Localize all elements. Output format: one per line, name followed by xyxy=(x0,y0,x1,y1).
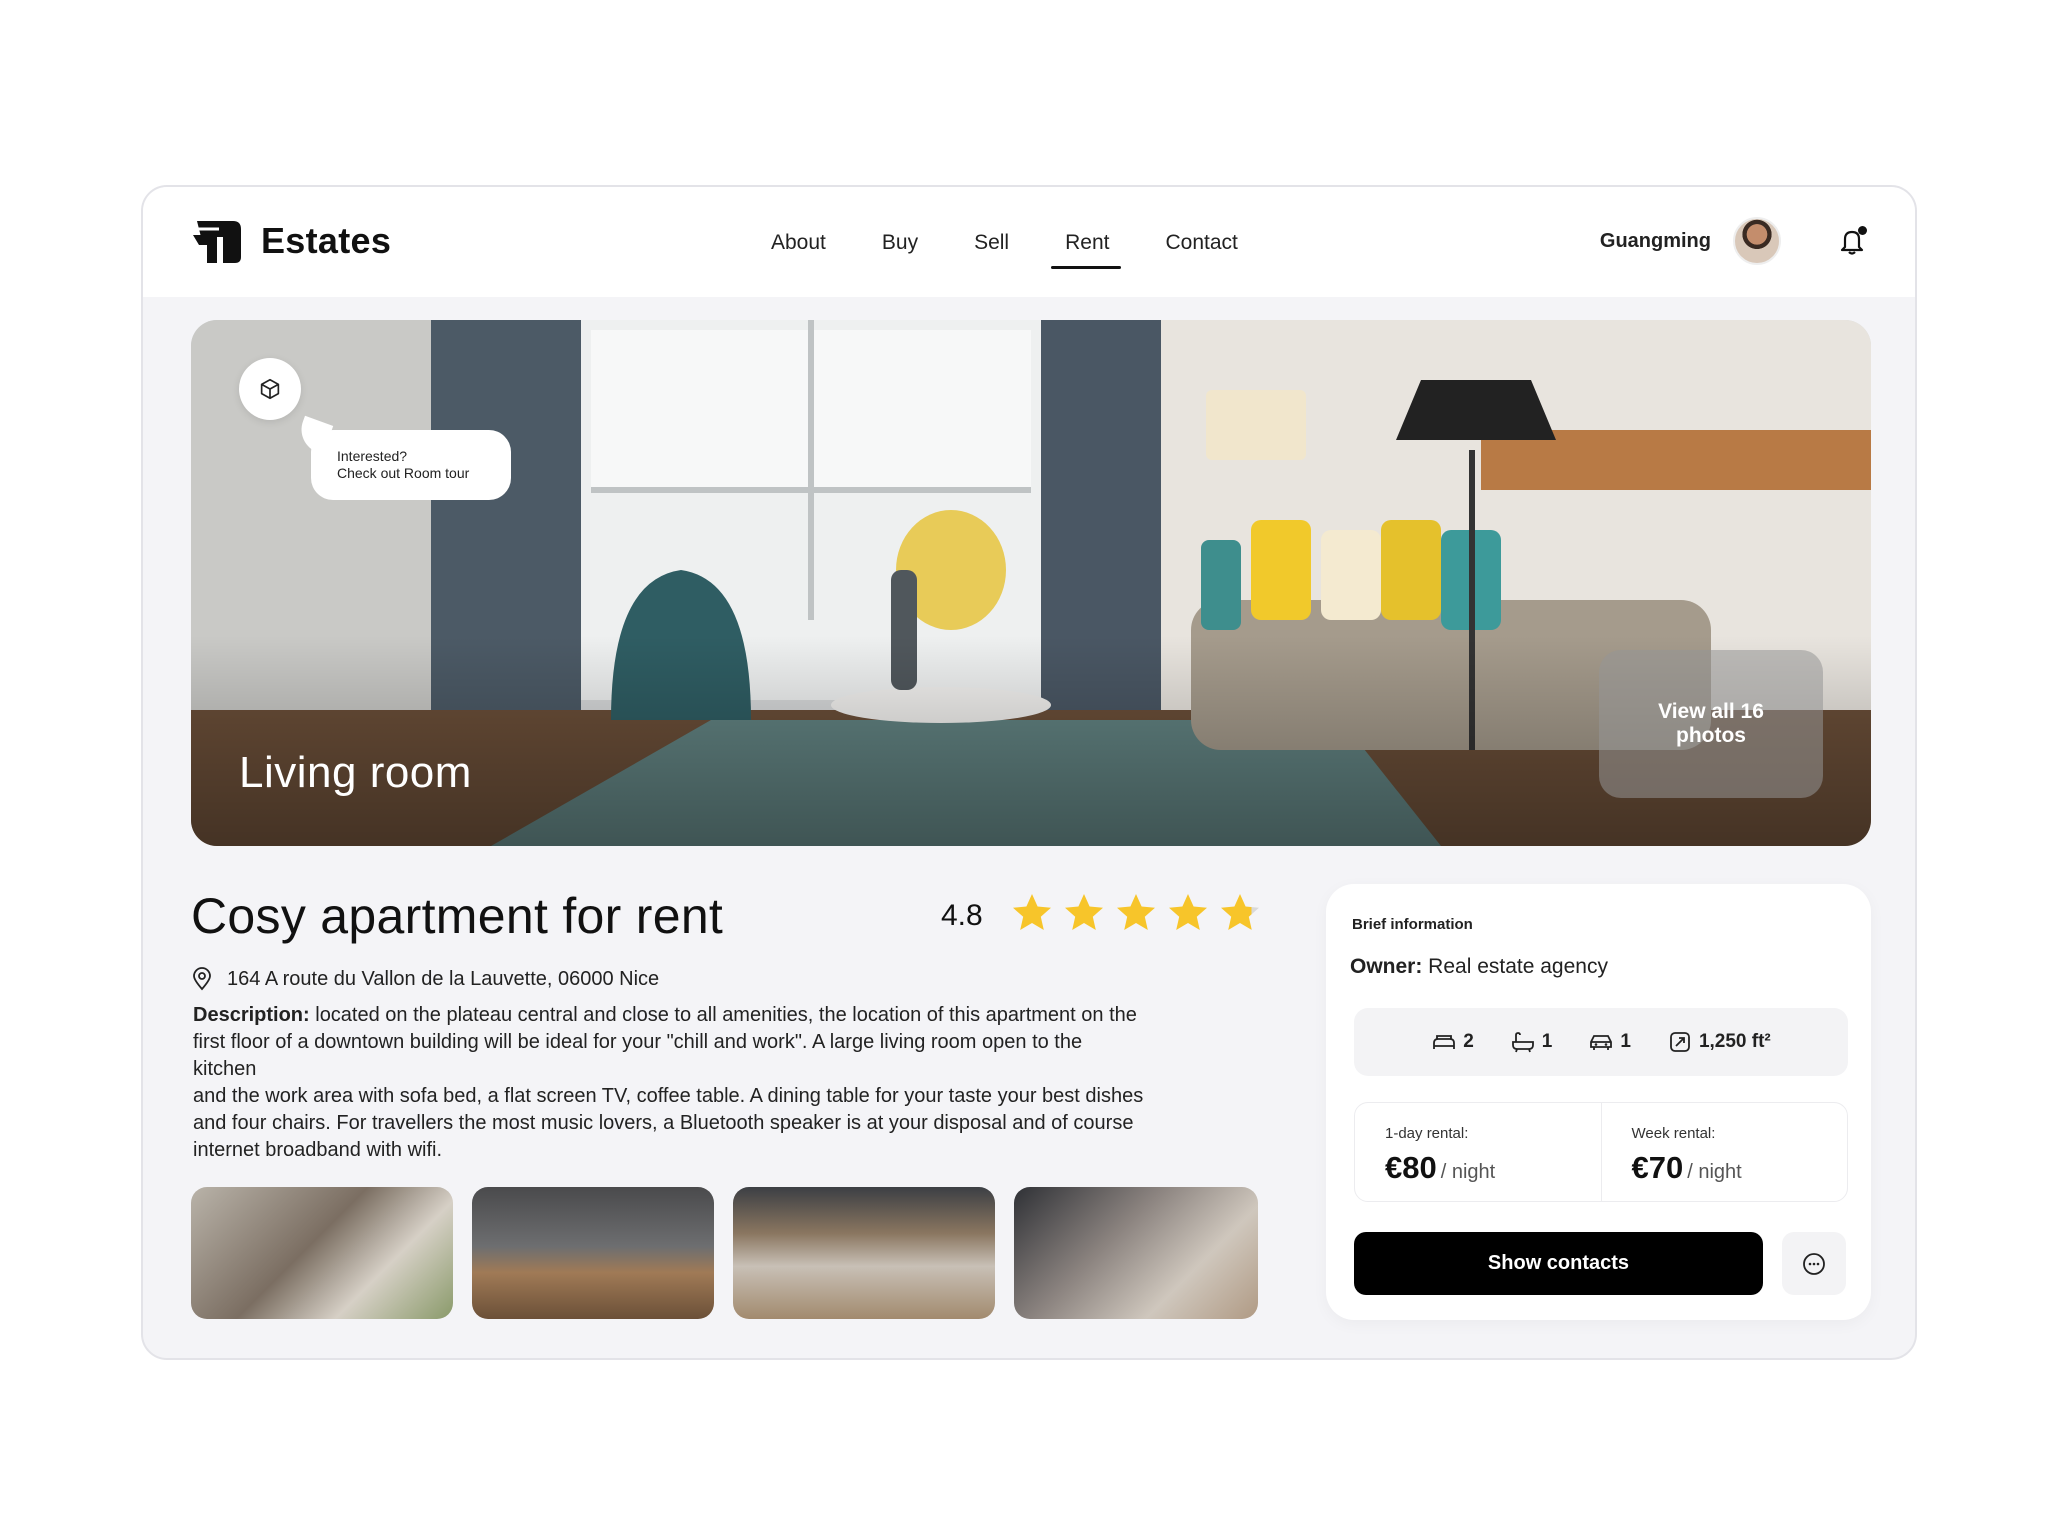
week-rental-label: Week rental: xyxy=(1631,1125,1716,1142)
photo-thumbnails xyxy=(191,1187,1277,1319)
description-line: and four chairs. For travellers the most… xyxy=(193,1112,1134,1134)
bathtub-icon xyxy=(1511,1032,1534,1053)
feature-area: 1,250 ft² xyxy=(1667,1031,1771,1053)
description-line: first floor of a downtown building will … xyxy=(193,1031,1083,1053)
view-all-line-2: photos xyxy=(1676,724,1746,747)
address-text: 164 A route du Vallon de la Lauvette, 06… xyxy=(227,967,660,990)
week-rental: Week rental: €70/ night xyxy=(1600,1103,1848,1201)
location-pin-icon xyxy=(193,967,211,991)
description-label: Description: xyxy=(193,1004,310,1026)
photo-caption: Living room xyxy=(239,748,472,797)
notification-bell[interactable] xyxy=(1837,226,1867,256)
star-icon xyxy=(1169,894,1207,930)
room-tour-button[interactable] xyxy=(239,358,301,420)
user-area: Guangming xyxy=(1600,217,1867,265)
hero-photo[interactable]: Interested? Check out Room tour Living r… xyxy=(191,320,1871,846)
listing-title: Cosy apartment for rent xyxy=(191,888,724,944)
main-nav: About Buy Sell Rent Contact xyxy=(771,231,1294,269)
area-value: 1,250 ft² xyxy=(1698,1031,1771,1052)
chat-icon xyxy=(1803,1252,1825,1275)
area-icon xyxy=(1670,1032,1690,1052)
description-line: kitchen xyxy=(193,1058,257,1080)
view-all-photos-button[interactable]: View all 16 photos xyxy=(1599,650,1823,798)
nav-buy[interactable]: Buy xyxy=(882,231,918,255)
description-text: located on the plateau central and close… xyxy=(309,1004,1137,1026)
brand-name: Estates xyxy=(261,220,392,261)
star-icon xyxy=(1013,894,1051,930)
listing-description: Description: located on the plateau cent… xyxy=(193,1002,1283,1164)
brand-logo[interactable]: Estates xyxy=(193,217,391,265)
view-all-line-1: View all 16 xyxy=(1658,700,1764,723)
feature-bathrooms: 1 xyxy=(1510,1031,1553,1053)
star-icon xyxy=(1117,894,1155,930)
tour-line-2: Check out Room tour xyxy=(337,465,470,481)
message-button[interactable] xyxy=(1782,1232,1846,1295)
description-line: and the work area with sofa bed, a flat … xyxy=(193,1085,1144,1107)
notification-dot xyxy=(1858,226,1867,235)
owner-value: Real estate agency xyxy=(1422,955,1608,978)
week-rental-price: €70 xyxy=(1631,1150,1684,1185)
star-icon xyxy=(1065,894,1103,930)
3d-cube-icon xyxy=(260,378,280,400)
description-line: Description: located on the plateau cent… xyxy=(193,1002,1283,1029)
feature-bedrooms: 2 xyxy=(1431,1031,1474,1053)
parking-count: 1 xyxy=(1620,1031,1631,1052)
day-rental-price: €80 xyxy=(1385,1150,1437,1185)
bed-icon xyxy=(1433,1035,1456,1049)
top-header: Estates About Buy Sell Rent Contact Guan… xyxy=(143,187,1915,297)
description-line: internet broadband with wifi. xyxy=(193,1139,443,1161)
brief-info-card: Brief information Owner: Real estate age… xyxy=(1326,884,1871,1320)
thumbnail-bathroom[interactable] xyxy=(472,1187,714,1319)
nav-about[interactable]: About xyxy=(771,231,826,255)
nav-rent[interactable]: Rent xyxy=(1050,231,1122,269)
avatar[interactable] xyxy=(1733,217,1781,265)
estates-logo-icon xyxy=(193,221,241,263)
thumbnail-dining[interactable] xyxy=(733,1187,995,1319)
week-rental-unit: / night xyxy=(1687,1161,1742,1183)
nav-contact[interactable]: Contact xyxy=(1165,231,1237,255)
nav-sell[interactable]: Sell xyxy=(974,231,1009,255)
feature-parking: 1 xyxy=(1588,1031,1631,1053)
bathrooms-count: 1 xyxy=(1541,1031,1553,1052)
show-contacts-button[interactable]: Show contacts xyxy=(1354,1232,1763,1295)
owner-label: Owner: xyxy=(1350,955,1423,978)
car-icon xyxy=(1590,1035,1613,1050)
bedrooms-count: 2 xyxy=(1463,1031,1474,1052)
listing-address: 164 A route du Vallon de la Lauvette, 06… xyxy=(191,967,659,991)
rental-prices: 1-day rental: €80/ night Week rental: €7… xyxy=(1354,1102,1848,1202)
day-rental-unit: / night xyxy=(1440,1161,1496,1183)
thumbnail-bedroom[interactable] xyxy=(191,1187,453,1319)
day-rental-label: 1-day rental: xyxy=(1385,1125,1469,1142)
star-icon xyxy=(1221,894,1259,930)
rating-value: 4.8 xyxy=(941,899,983,932)
card-title: Brief information xyxy=(1352,916,1473,933)
room-tour-tooltip[interactable]: Interested? Check out Room tour xyxy=(311,430,511,500)
star-rating xyxy=(1009,891,1269,937)
thumbnail-lounge[interactable] xyxy=(1014,1187,1258,1319)
day-rental: 1-day rental: €80/ night xyxy=(1355,1103,1601,1201)
tour-line-1: Interested? xyxy=(337,448,408,464)
user-name[interactable]: Guangming xyxy=(1600,230,1711,253)
features-bar: 2 1 1 1,250 ft² xyxy=(1354,1008,1848,1076)
app-window: Estates About Buy Sell Rent Contact Guan… xyxy=(141,185,1917,1360)
owner-info: Owner: Real estate agency xyxy=(1350,955,1608,979)
